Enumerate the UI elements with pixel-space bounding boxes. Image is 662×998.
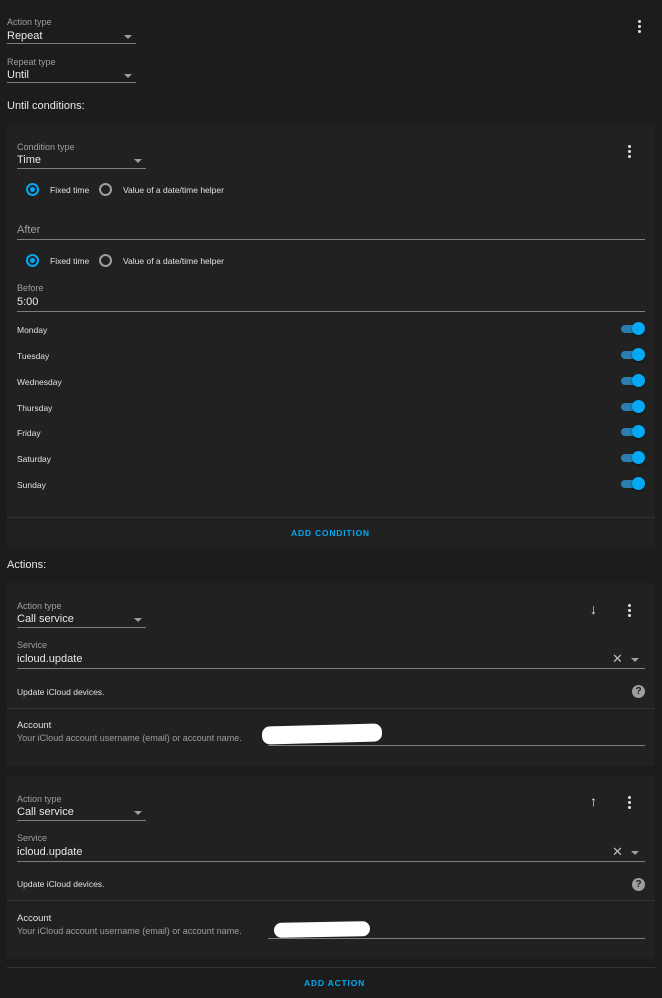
more-vert-icon[interactable] [638,20,642,35]
actions-divider [7,967,655,968]
radio-fixed-time-before[interactable] [26,254,39,267]
action-type-label: Action type [7,17,52,27]
chevron-down-icon [134,811,142,815]
account-underline [268,745,645,746]
help-icon[interactable]: ? [632,685,645,698]
day-label-wednesday: Wednesday [17,377,62,387]
actions-heading: Actions: [7,559,47,571]
toggle-thursday[interactable] [621,400,647,413]
radio-helper-before[interactable] [99,254,112,267]
action-type-value: Call service [17,613,74,625]
chevron-down-icon [134,618,142,622]
before-underline [17,311,645,312]
day-label-saturday: Saturday [17,454,52,464]
toggle-saturday[interactable] [621,451,647,464]
account-label: Account [17,720,52,731]
condition-type-value: Time [17,154,42,166]
toggle-tuesday[interactable] [621,348,647,361]
toggle-friday[interactable] [621,425,647,438]
before-value: 5:00 [17,296,39,308]
radio-helper-label: Value of a date/time helper [123,256,224,266]
arrow-down-icon[interactable]: ↓ [590,602,597,616]
account-underline [268,938,645,939]
account-label: Account [17,913,52,924]
radio-fixed-time-label: Fixed time [50,185,90,195]
service-input[interactable]: Service icloud.update ✕ [17,833,645,863]
service-label: Service [17,640,48,650]
account-description: Your iCloud account username (email) or … [17,926,242,936]
action-type-underline [17,820,146,821]
add-condition-button[interactable]: ADD CONDITION [291,528,370,538]
repeat-type-underline [7,82,136,83]
service-description: Update iCloud devices. [17,687,105,697]
action-card-2: Action type Call service ↑ Service iclou… [7,776,655,959]
action-type-select[interactable]: Action type Repeat [7,17,136,44]
action-type-value: Repeat [7,30,43,42]
after-underline [17,239,645,240]
action-type-value: Call service [17,806,74,818]
card-divider [7,900,655,901]
condition-type-select[interactable]: Condition type Time [17,142,146,169]
toggle-wednesday[interactable] [621,374,647,387]
chevron-down-icon[interactable] [631,658,639,662]
service-label: Service [17,833,48,843]
condition-card: Condition type Time Fixed time Value of … [7,123,655,547]
day-label-tuesday: Tuesday [17,351,50,361]
repeat-type-label: Repeat type [7,57,56,67]
account-input[interactable] [261,721,645,747]
redacted-value [273,921,371,938]
add-action-button[interactable]: ADD ACTION [304,978,365,988]
clear-icon[interactable]: ✕ [612,652,623,665]
toggle-monday[interactable] [621,322,647,335]
condition-type-label: Condition type [17,142,75,152]
radio-helper-label: Value of a date/time helper [123,185,224,195]
chevron-down-icon [124,74,132,78]
before-label: Before [17,283,44,293]
until-conditions-heading: Until conditions: [7,100,85,112]
repeat-type-value: Until [7,69,30,81]
account-description: Your iCloud account username (email) or … [17,733,242,743]
repeat-type-select[interactable]: Repeat type Until [7,57,136,84]
service-input[interactable]: Service icloud.update ✕ [17,640,645,670]
service-value: icloud.update [17,846,83,858]
service-underline [17,861,645,862]
chevron-down-icon[interactable] [631,851,639,855]
action-card-1: Action type Call service ↓ Service iclou… [7,583,655,766]
action-type-label: Action type [17,794,62,804]
before-input[interactable]: Before 5:00 [17,283,645,312]
radio-fixed-time-label: Fixed time [50,256,90,266]
after-placeholder: After [17,224,41,236]
more-vert-icon[interactable] [628,796,632,811]
action-type-select[interactable]: Action type Call service [17,601,146,628]
action-type-label: Action type [17,601,62,611]
day-label-monday: Monday [17,325,48,335]
card-divider [7,517,655,518]
action-type-underline [17,627,146,628]
toggle-sunday[interactable] [621,477,647,490]
day-label-thursday: Thursday [17,403,53,413]
more-vert-icon[interactable] [628,145,632,160]
card-divider [7,708,655,709]
arrow-up-icon[interactable]: ↑ [590,794,597,808]
after-input[interactable]: After [17,222,645,241]
day-label-sunday: Sunday [17,480,46,490]
chevron-down-icon [124,35,132,39]
action-type-select[interactable]: Action type Call service [17,794,146,821]
service-underline [17,668,645,669]
service-value: icloud.update [17,653,83,665]
condition-type-underline [17,168,146,169]
radio-helper-after[interactable] [99,183,112,196]
action-type-underline [7,43,136,44]
more-vert-icon[interactable] [628,604,632,619]
help-icon[interactable]: ? [632,878,645,891]
clear-icon[interactable]: ✕ [612,845,623,858]
redacted-value [261,723,383,745]
account-input[interactable] [268,914,645,940]
service-description: Update iCloud devices. [17,879,105,889]
radio-fixed-time-after[interactable] [26,183,39,196]
day-label-friday: Friday [17,428,41,438]
chevron-down-icon [134,159,142,163]
